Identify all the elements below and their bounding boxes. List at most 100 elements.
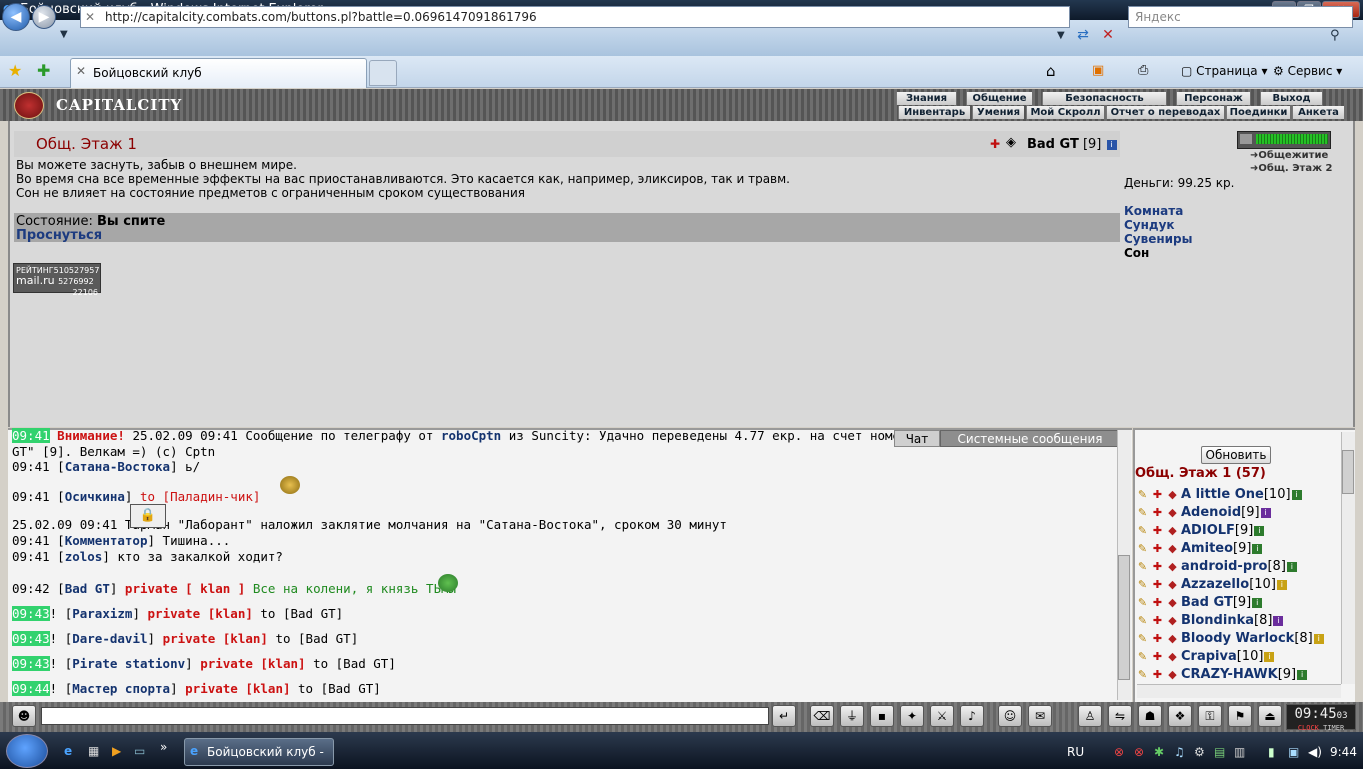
menu-battles[interactable]: Поединки bbox=[1226, 106, 1290, 119]
tray-icon-2[interactable]: ⊗ bbox=[1134, 744, 1144, 760]
user-list-hscrollbar[interactable] bbox=[1137, 684, 1341, 698]
back-button[interactable]: ◀ bbox=[2, 3, 30, 31]
user-info-icon[interactable]: i bbox=[1252, 597, 1263, 608]
user-name[interactable]: Bad GT bbox=[1181, 595, 1233, 610]
user-row[interactable]: ✎ ✚ ◆ Bloody Warlock[8] i bbox=[1136, 630, 1324, 648]
start-button[interactable] bbox=[6, 734, 48, 768]
menu-my-scroll[interactable]: Мой Скролл bbox=[1026, 106, 1104, 119]
menu-exit[interactable]: Выход bbox=[1260, 92, 1322, 105]
user-row[interactable]: ✎ ✚ ◆ CRAZY-HAWK[9] i bbox=[1136, 666, 1308, 684]
chat-private-tag[interactable]: private [klan] bbox=[200, 656, 305, 671]
tray-icon-7[interactable]: ▥ bbox=[1234, 744, 1245, 760]
chat-input[interactable] bbox=[41, 707, 769, 725]
new-tab-button[interactable] bbox=[369, 60, 397, 86]
private-message-icon[interactable]: ✎ bbox=[1136, 596, 1149, 609]
chat-nick[interactable]: Осичкина bbox=[65, 489, 125, 504]
private-message-icon[interactable]: ✎ bbox=[1136, 578, 1149, 591]
chat-to-tag[interactable]: to [Паладин-чик] bbox=[140, 489, 260, 504]
private-message-icon[interactable]: ✎ bbox=[1136, 614, 1149, 627]
flag-icon[interactable]: ⚑ bbox=[1228, 705, 1252, 727]
chat-nick[interactable]: Мастер спорта bbox=[72, 681, 170, 696]
user-name[interactable]: Adenoid bbox=[1181, 505, 1241, 520]
private-message-icon[interactable]: ✎ bbox=[1136, 506, 1149, 519]
sound-icon[interactable]: ♪ bbox=[960, 705, 984, 727]
user-row[interactable]: ✎ ✚ ◆ Bad GT[9] i bbox=[1136, 594, 1263, 612]
menu-knowledge[interactable]: Знания bbox=[896, 92, 956, 105]
tools-menu[interactable]: ⚙ Сервис ▾ bbox=[1273, 62, 1342, 80]
private-message-icon[interactable]: ✎ bbox=[1136, 650, 1149, 663]
save-icon[interactable]: ▪ bbox=[870, 705, 894, 727]
address-input[interactable]: http://capitalcity.combats.com/buttons.p… bbox=[80, 6, 1070, 28]
private-message-icon[interactable]: ✎ bbox=[1136, 488, 1149, 501]
user-row[interactable]: ✎ ✚ ◆ Amiteo[9] i bbox=[1136, 540, 1263, 558]
user-info-icon[interactable]: i bbox=[1252, 543, 1263, 554]
chat-private-tag[interactable]: private [ klan ] bbox=[125, 581, 245, 596]
address-dropdown-icon[interactable]: ▼ bbox=[1057, 30, 1065, 41]
user-name[interactable]: ADIOLF bbox=[1181, 523, 1235, 538]
private-message-icon[interactable]: ✎ bbox=[1136, 668, 1149, 681]
user-info-icon[interactable]: i bbox=[1291, 489, 1302, 500]
language-indicator[interactable]: RU bbox=[1067, 744, 1084, 760]
mask-icon[interactable]: ☗ bbox=[1138, 705, 1162, 727]
refresh-icon[interactable]: ⇄ bbox=[1073, 27, 1093, 47]
chat-private-tag[interactable]: private [klan] bbox=[163, 631, 268, 646]
chat-nick[interactable]: roboCptn bbox=[441, 428, 501, 443]
chat-mode-icon[interactable]: ☻ bbox=[12, 705, 36, 727]
filter-icon[interactable]: ⏚ bbox=[840, 705, 864, 727]
link-chest[interactable]: Сундук bbox=[1124, 218, 1175, 232]
chat-nick[interactable]: Комментатор bbox=[65, 533, 148, 548]
private-message-icon[interactable]: ✎ bbox=[1136, 542, 1149, 555]
chat-nick[interactable]: Сатана-Востока bbox=[65, 459, 170, 474]
chat-private-tag[interactable]: private [klan] bbox=[185, 681, 290, 696]
chat-nick[interactable]: Pirate stationv bbox=[72, 656, 185, 671]
transfer-icon[interactable]: ⇋ bbox=[1108, 705, 1132, 727]
stop-icon[interactable]: ✕ bbox=[1097, 27, 1119, 47]
tab-chat[interactable]: Чат bbox=[894, 430, 940, 447]
chat-nick[interactable]: Dare-davil bbox=[72, 631, 147, 646]
tab-combats[interactable]: Бойцовский клуб bbox=[70, 58, 367, 88]
eraser-icon[interactable]: ⌫ bbox=[810, 705, 834, 727]
menu-communication[interactable]: Общение bbox=[966, 92, 1032, 105]
user-info-icon[interactable]: i bbox=[1313, 633, 1324, 644]
quest-icon[interactable]: ❖ bbox=[1168, 705, 1192, 727]
user-name[interactable]: Bloody Warlock bbox=[1181, 631, 1294, 646]
user-row[interactable]: ✎ ✚ ◆ android-pro[8] i bbox=[1136, 558, 1297, 576]
user-row[interactable]: ✎ ✚ ◆ Crapiva[10] i bbox=[1136, 648, 1275, 666]
explorer-quicklaunch-icon[interactable]: ▦ bbox=[88, 744, 99, 758]
user-info-icon[interactable]: i bbox=[1286, 561, 1297, 572]
menu-transfer-report[interactable]: Отчет о переводах bbox=[1106, 106, 1224, 119]
user-info-icon[interactable]: i bbox=[1276, 579, 1287, 590]
chat-nick[interactable]: Bad GT bbox=[65, 581, 110, 596]
tray-icon-6[interactable]: ▤ bbox=[1214, 744, 1225, 760]
display-icon[interactable]: ▣ bbox=[1288, 744, 1299, 760]
user-name[interactable]: Amiteo bbox=[1181, 541, 1233, 556]
lock-icon[interactable]: ⚿ bbox=[1198, 705, 1222, 727]
page-menu[interactable]: ▢ Страница ▾ bbox=[1181, 62, 1268, 80]
chat-scroll-thumb[interactable] bbox=[1118, 555, 1130, 680]
tray-icon-3[interactable]: ✱ bbox=[1154, 744, 1164, 760]
desktop-quicklaunch-icon[interactable]: ▭ bbox=[134, 744, 145, 758]
user-info-icon[interactable]: i bbox=[1264, 651, 1275, 662]
user-name[interactable]: Blondinka bbox=[1181, 613, 1254, 628]
user-name[interactable]: Azzazello bbox=[1181, 577, 1249, 592]
clan-chat-icon[interactable]: ✉ bbox=[1028, 705, 1052, 727]
menu-character[interactable]: Персонаж bbox=[1176, 92, 1250, 105]
private-message-icon[interactable]: ✎ bbox=[1136, 524, 1149, 537]
search-input[interactable]: Яндекс bbox=[1128, 6, 1353, 28]
history-dropdown-icon[interactable]: ▼ bbox=[60, 29, 68, 40]
figure-icon[interactable]: ♙ bbox=[1078, 705, 1102, 727]
user-row[interactable]: ✎ ✚ ◆ A little One[10] i bbox=[1136, 486, 1302, 504]
volume-icon[interactable]: ◀) bbox=[1308, 744, 1322, 760]
user-name[interactable]: CRAZY-HAWK bbox=[1181, 667, 1278, 682]
user-name[interactable]: A little One bbox=[1181, 487, 1264, 502]
chat-nick[interactable]: zolos bbox=[65, 549, 103, 564]
user-info-icon[interactable]: i bbox=[1254, 525, 1265, 536]
add-favorites-icon[interactable]: ✚ bbox=[37, 61, 50, 80]
refresh-button[interactable]: Обновить bbox=[1201, 446, 1271, 464]
chat-private-tag[interactable]: Внимание! bbox=[57, 428, 132, 443]
favorites-star-icon[interactable]: ★ bbox=[8, 61, 22, 80]
fighter-icon[interactable]: ✦ bbox=[900, 705, 924, 727]
user-row[interactable]: ✎ ✚ ◆ Blondinka[8] i bbox=[1136, 612, 1284, 630]
private-message-icon[interactable]: ✎ bbox=[1136, 632, 1149, 645]
search-icon[interactable]: ⚲ bbox=[1330, 28, 1340, 43]
